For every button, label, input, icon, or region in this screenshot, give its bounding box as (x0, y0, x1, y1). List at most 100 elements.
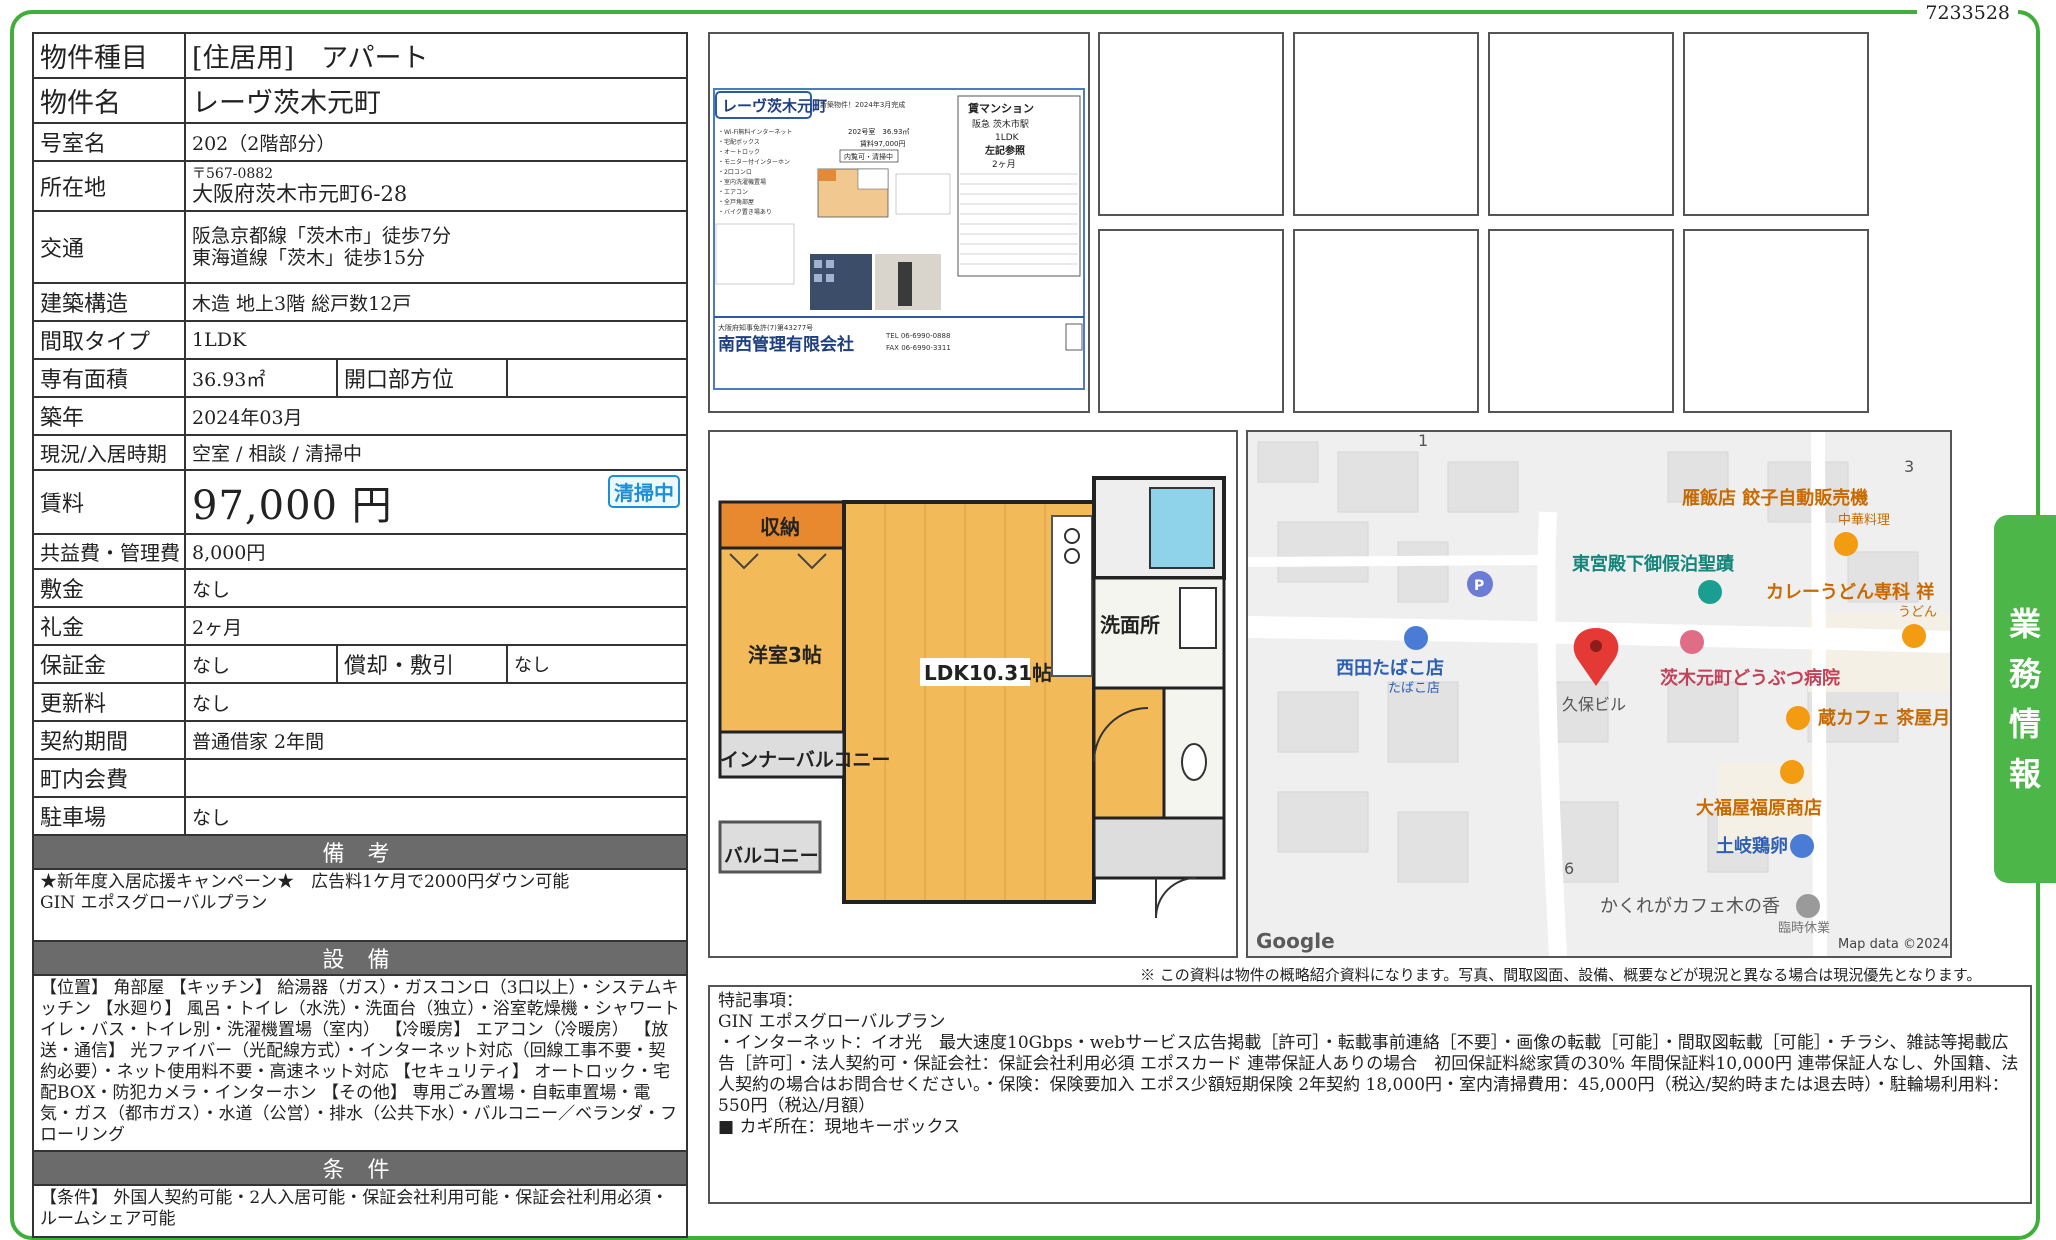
shop-orange-pin-icon (1780, 760, 1804, 784)
restaurant-pin-icon (1834, 532, 1858, 556)
map-hidden-cafe-label: かくれがカフェ木の香 (1600, 896, 1780, 917)
flyer-feature: ・宅配ボックス (718, 138, 760, 146)
floorplan-graphic: 収納 洋室3帖 LDK10.31帖 洗面所 インナーバルコニー バルコニー (718, 476, 1226, 919)
business-info-tab[interactable]: 業 務 情 報 (1994, 515, 2056, 883)
flyer-feature: ・バイク置き場あり (718, 208, 772, 216)
equipment-body: 【位置】 角部屋 【キッチン】 給湯器（ガス）・ガスコンロ（3口以上）・システム… (31, 974, 689, 1152)
photo-thumbnail[interactable] (1098, 32, 1284, 216)
amortization-label: 償却・敷引 (336, 644, 508, 684)
amortization-value: なし (505, 644, 689, 684)
flyer-new-note: 新築物件！2024年3月完成 (820, 100, 905, 109)
guarantee-label: 保証金 (32, 644, 186, 684)
flyer-graphic: レーヴ茨木元町 新築物件！2024年3月完成 賃マンション 阪急 茨木市駅 1L… (710, 34, 1088, 411)
map-graphic: 1 3 6 雁飯店 餃子自動販売機 中華料理 東宮殿下御假泊聖蹟 P カレーうど… (1248, 432, 1950, 956)
flyer-feature: ・全戸角部屋 (718, 198, 754, 206)
photo-thumbnail[interactable] (1488, 32, 1674, 216)
layout-label: 間取タイプ (32, 320, 186, 360)
svg-text:P: P (1474, 578, 1484, 594)
layout-value: 1LDK (183, 320, 689, 360)
common-value: 8,000円 (183, 533, 689, 570)
map-building-label: 久保ビル (1562, 695, 1626, 714)
town-fee-value (183, 758, 689, 798)
photo-thumbnail[interactable] (1488, 229, 1674, 413)
washroom-label: 洗面所 (1100, 613, 1160, 637)
balcony-label: バルコニー (724, 845, 819, 867)
flyer-feature: ・室内洗濯機置場 (718, 178, 766, 186)
photo-thumbnail[interactable] (1098, 229, 1284, 413)
flyer-tel: TEL 06-6990-0888 (885, 332, 950, 340)
conditions-body: 【条件】 外国人契約可能・2人入居可能・保証会社利用可能・保証会社利用必須・ルー… (31, 1184, 689, 1238)
flyer-fax: FAX 06-6990-3311 (886, 344, 951, 352)
chicken-pin-icon (1790, 834, 1814, 858)
photo-thumbnail[interactable] (1683, 32, 1869, 216)
flyer-station: 阪急 茨木市駅 (972, 118, 1029, 130)
flyer-feature: ・2口コンロ (718, 169, 752, 176)
flyer-months: 2ヶ月 (992, 159, 1016, 170)
flyer-company: 南西管理有限会社 (718, 334, 854, 355)
flyer-rent: 賃料97,000円 (860, 139, 906, 148)
location-map[interactable]: 1 3 6 雁飯店 餃子自動販売機 中華料理 東宮殿下御假泊聖蹟 P カレーうど… (1246, 430, 1952, 958)
photo-thumbnail[interactable] (1293, 229, 1479, 413)
photo-thumbnail[interactable] (1293, 32, 1479, 216)
map-number-3: 3 (1904, 457, 1914, 476)
western-room-label: 洋室3帖 (748, 643, 822, 667)
special-notes: 特記事項： GIN エポスグローバルプラン ・インターネット：イオ光 最大速度1… (708, 985, 2032, 1204)
remarks-line-2: GIN エポスグローバルプラン (40, 893, 268, 913)
rent-cell: 97,000 円 清掃中 (183, 469, 689, 535)
direction-value (505, 358, 689, 398)
map-tobacco-sub: たばこ店 (1388, 681, 1440, 696)
hospital-pin-icon (1680, 630, 1704, 654)
area-value: 36.93㎡ (184, 358, 338, 398)
room-label: 号室名 (32, 122, 186, 162)
map-udon-sub: うどん (1898, 605, 1937, 620)
notes-line-1: GIN エポスグローバルプラン (718, 1012, 946, 1032)
key-money-value: 2ヶ月 (183, 606, 689, 646)
guarantee-value: なし (184, 644, 338, 684)
deposit-label: 敷金 (32, 568, 186, 608)
contract-label: 契約期間 (32, 720, 186, 760)
rent-label: 賃料 (32, 469, 186, 535)
renewal-label: 更新料 (32, 682, 186, 722)
flyer-see: 左記参照 (984, 144, 1025, 157)
map-restaurant-sub: 中華料理 (1838, 513, 1890, 528)
flyer-feature: ・Wi-Fi無料インターネット (718, 128, 792, 136)
address-value: 大阪府茨木市元町6-28 (192, 182, 408, 206)
map-shop-label: 大福屋福原商店 (1696, 797, 1822, 819)
flyer-image[interactable]: レーヴ茨木元町 新築物件！2024年3月完成 賃マンション 阪急 茨木市駅 1L… (708, 32, 1090, 413)
document-id: 7233528 (1917, 2, 2018, 24)
notes-title: 特記事項： (718, 991, 803, 1011)
postal-code: 〒567-0882 (192, 166, 274, 182)
flyer-room-area: 202号室 36.93㎡ (848, 127, 909, 136)
udon-pin-icon (1902, 624, 1926, 648)
photo-thumbnail[interactable] (1683, 229, 1869, 413)
disclaimer-text: ※ この資料は物件の概略紹介資料になります。写真、間取図面、設備、概要などが現況… (1140, 966, 1982, 984)
type-value: [住居用] アパート (183, 32, 689, 79)
access-cell: 阪急京都線「茨木市」徒歩7分 東海道線「茨木」徒歩15分 (183, 210, 689, 284)
access-line-2: 東海道線「茨木」徒歩15分 (192, 247, 426, 269)
side-tab-char: 情 (2008, 705, 2041, 743)
hidden-cafe-pin-icon (1796, 894, 1820, 918)
floorplan-image[interactable]: 収納 洋室3帖 LDK10.31帖 洗面所 インナーバルコニー バルコニー (708, 430, 1238, 958)
flyer-layout: 1LDK (995, 133, 1020, 143)
type-label: 物件種目 (32, 32, 186, 79)
map-lodging-label: 東宮殿下御假泊聖蹟 (1572, 553, 1735, 575)
side-tab-char: 報 (2008, 755, 2041, 793)
status-label: 現況/入居時期 (32, 434, 186, 471)
name-value: レーヴ茨木元町 (183, 77, 689, 124)
notes-line-2: ・インターネット：イオ光 最大速度10Gbps・webサービス広告掲載［許可］・… (718, 1033, 2019, 1116)
access-label: 交通 (32, 210, 186, 284)
key-money-label: 礼金 (32, 606, 186, 646)
storage-label: 収納 (760, 515, 800, 539)
flyer-feature: ・モニター付インターホン (718, 158, 790, 166)
cleaning-badge: 清掃中 (608, 475, 681, 508)
map-number-6: 6 (1564, 859, 1574, 878)
flyer-kind: 賃マンション (967, 101, 1034, 115)
town-fee-label: 町内会費 (32, 758, 186, 798)
remarks-heading: 備 考 (31, 834, 689, 870)
map-hospital-label: 茨木元町どうぶつ病院 (1660, 667, 1840, 689)
map-number-1: 1 (1418, 432, 1428, 450)
shop-pin-icon (1404, 626, 1428, 650)
name-label: 物件名 (32, 77, 186, 124)
flyer-license: 大阪府知事免許(7)第43277号 (718, 323, 813, 332)
equipment-heading: 設 備 (31, 940, 689, 976)
